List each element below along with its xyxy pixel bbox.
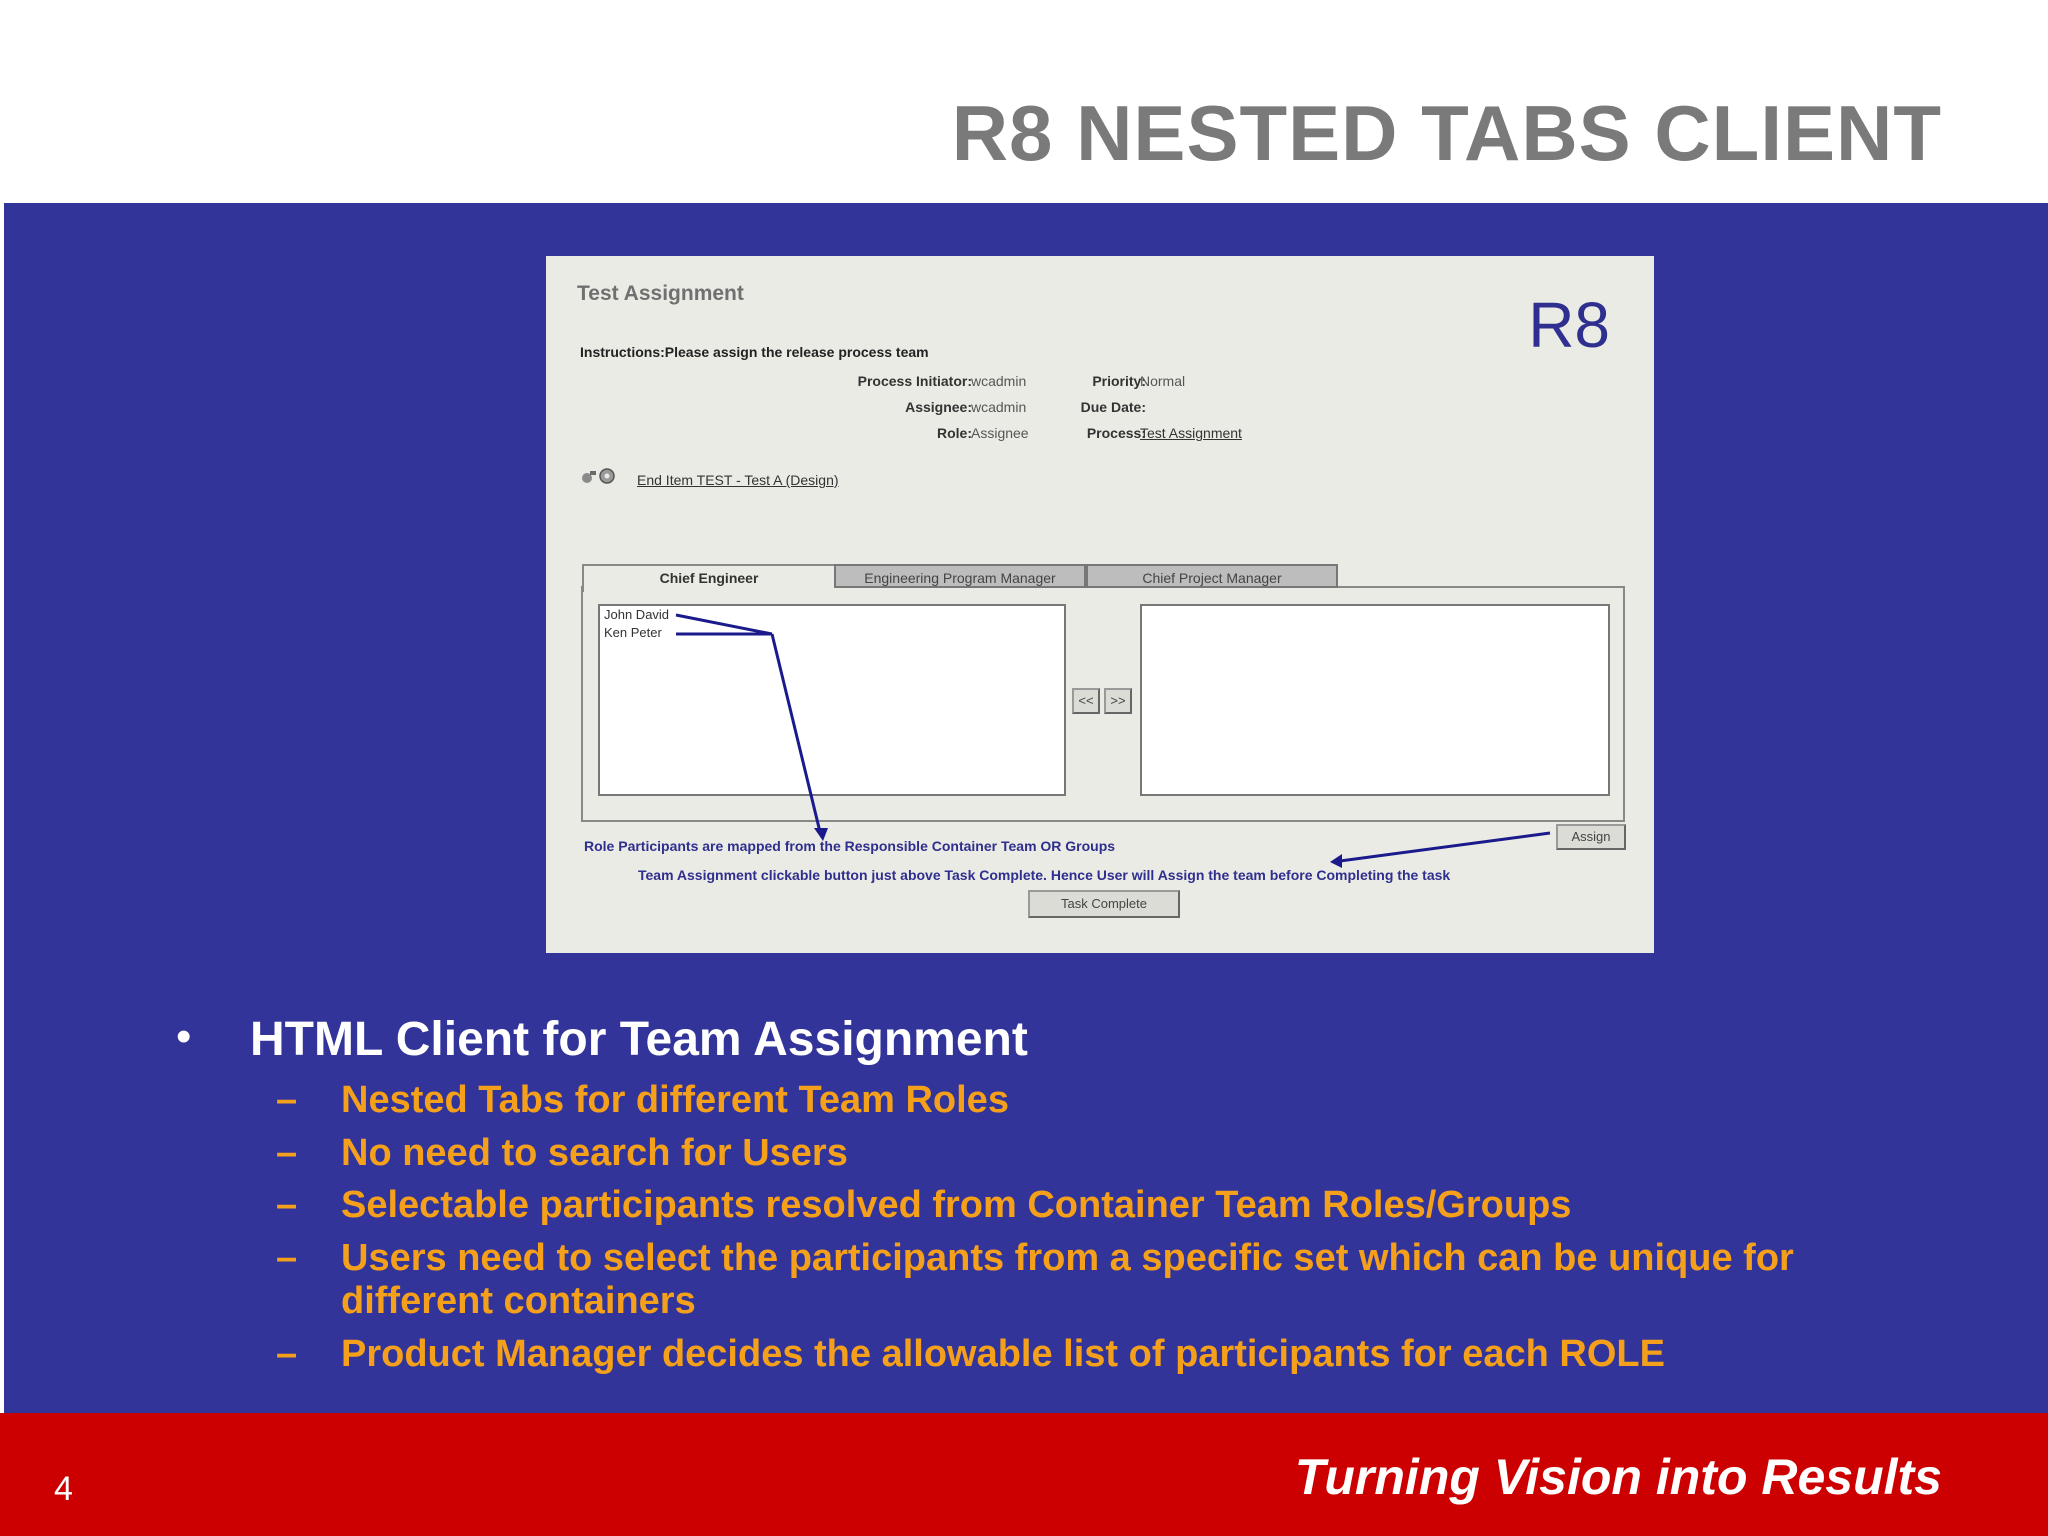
sub-bullet: Users need to select the participants fr… xyxy=(341,1237,1794,1322)
sub-bullet-marker: – xyxy=(276,1333,298,1375)
bullet-marker: • xyxy=(176,1012,192,1061)
sub-bullet-marker: – xyxy=(276,1132,298,1174)
main-bullet: HTML Client for Team Assignment xyxy=(250,1013,1028,1066)
screenshot-panel: Test Assignment R8 Instructions:Please a… xyxy=(546,256,1654,953)
sub-bullet: Nested Tabs for different Team Roles xyxy=(341,1079,1009,1121)
sub-bullet-marker: – xyxy=(276,1237,298,1279)
sub-bullet: No need to search for Users xyxy=(341,1132,848,1174)
sub-bullet-marker: – xyxy=(276,1184,298,1226)
slide-title: R8 NESTED TABS CLIENT xyxy=(951,89,1942,177)
sub-bullet-marker: – xyxy=(276,1079,298,1121)
annotation-arrows xyxy=(675,613,1551,868)
footer-tagline: Turning Vision into Results xyxy=(1294,1449,1942,1505)
sub-bullet: Product Manager decides the allowable li… xyxy=(341,1333,1665,1375)
sub-bullet: Selectable participants resolved from Co… xyxy=(341,1184,1572,1226)
slide-number: 4 xyxy=(54,1470,73,1508)
